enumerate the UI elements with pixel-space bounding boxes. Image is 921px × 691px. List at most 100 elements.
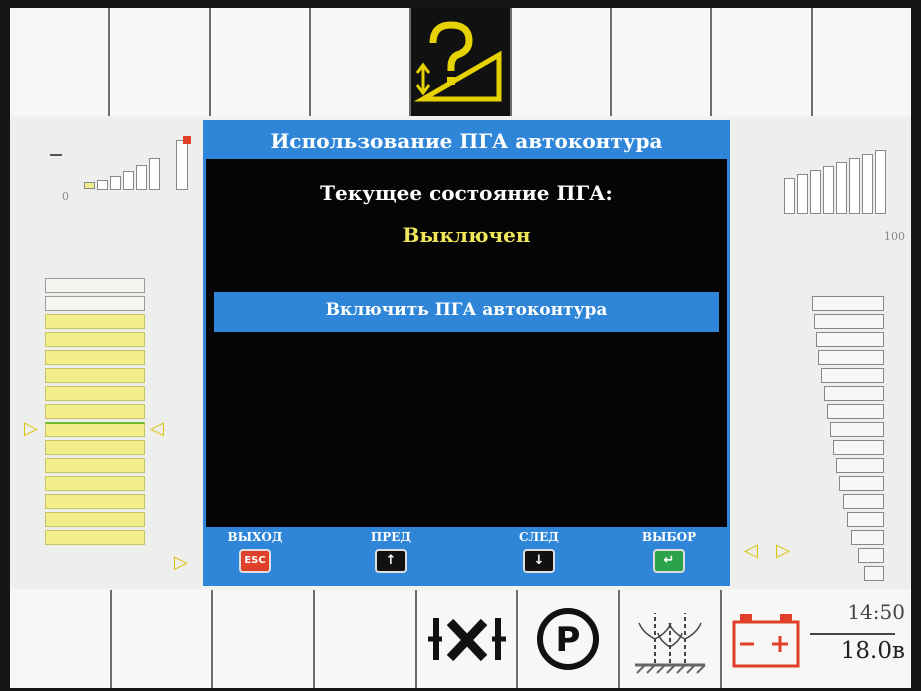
ladder-cell: [45, 476, 145, 491]
top-softkey-3[interactable]: [210, 8, 309, 116]
parking-icon: P: [537, 608, 600, 670]
top-softkey-9[interactable]: [812, 8, 911, 116]
level-bar: [810, 170, 821, 214]
level-bar: [97, 180, 108, 190]
bottom-softkey-2[interactable]: [111, 590, 212, 688]
stair-step: [824, 386, 884, 401]
exit-softkey[interactable]: ВЫХОД ESC: [220, 531, 290, 573]
bottom-softkey-3[interactable]: [213, 590, 313, 688]
ladder-cell: [45, 332, 145, 347]
ladder-cell: [45, 422, 145, 437]
dialog-softkey-bar: ВЫХОД ESC ПРЕД ↑ СЛЕД ↓ ВЫБОР ↵: [206, 527, 727, 583]
enter-icon: ↵: [653, 549, 685, 573]
bottom-softkey-4[interactable]: [314, 590, 415, 688]
ladder-cell: [45, 296, 145, 311]
crop-plant-icon: [634, 613, 706, 674]
stair-step: [847, 512, 884, 527]
top-softkey-2[interactable]: [110, 8, 209, 116]
top-softkey-4[interactable]: [310, 8, 410, 116]
stair-step: [839, 476, 884, 491]
svg-text:P: P: [556, 620, 581, 660]
setpoint-right-marker-icon: ▷: [776, 540, 790, 561]
clock-time: 14:50: [847, 600, 905, 624]
stair-step: [830, 422, 884, 437]
level-bar: [136, 165, 147, 190]
stair-step: [821, 368, 884, 383]
minus-icon: [50, 154, 62, 156]
top-softkey-6[interactable]: [511, 8, 610, 116]
setpoint-right-marker-icon: ◁: [150, 418, 164, 439]
power-status-cell: 14:50 18.0в: [721, 590, 911, 688]
parking-button[interactable]: P: [518, 590, 618, 688]
esc-key-icon: ESC: [239, 549, 271, 573]
top-softkey-1[interactable]: [10, 8, 109, 116]
level-bar: [110, 176, 121, 190]
bottom-marker-icon: ▷: [174, 552, 188, 573]
stair-step: [812, 296, 884, 311]
right-gauge-pane: 100 ◁ ▷: [732, 118, 911, 588]
select-label: ВЫБОР: [641, 530, 697, 544]
ladder-cell: [45, 404, 145, 419]
stair-step: [858, 548, 884, 563]
level-bar: [784, 178, 795, 214]
help-autocontour-button[interactable]: [411, 8, 510, 116]
level-bar: [849, 158, 860, 214]
level-bar: [149, 158, 160, 190]
level-bar-active: [176, 140, 188, 190]
stair-step: [843, 494, 884, 509]
bottom-button-bar: P 14:50 18.0в: [10, 590, 911, 688]
setpoint-left-marker-icon: ▷: [24, 418, 38, 439]
prev-softkey[interactable]: ПРЕД ↑: [356, 531, 426, 573]
depth-ladder: [45, 278, 145, 548]
display-screen: 0 ▷ ◁ ▷ 100 ◁ ▷ Использование ПГА автоко…: [10, 8, 911, 688]
dialog-title: Использование ПГА автоконтура: [206, 123, 727, 159]
top-button-bar: [10, 8, 911, 116]
enable-autocontour-option[interactable]: Включить ПГА автоконтура: [214, 292, 719, 332]
top-softkey-7[interactable]: [611, 8, 711, 116]
float-hitch-icon: [427, 618, 506, 662]
stair-step: [814, 314, 884, 329]
stair-step: [833, 440, 884, 455]
stair-step: [836, 458, 884, 473]
bottom-softkey-1[interactable]: [10, 590, 110, 688]
setpoint-left-marker-icon: ◁: [744, 540, 758, 561]
next-label: СЛЕД: [519, 530, 559, 544]
help-autocontour-icon: [414, 21, 502, 102]
state-label: Текущее состояние ПГА:: [320, 181, 613, 205]
ladder-cell: [45, 440, 145, 455]
status-divider: [809, 633, 895, 635]
battery-icon: [732, 614, 800, 668]
level-bar: [823, 166, 834, 214]
level-bar: [836, 162, 847, 214]
up-arrow-icon: ↑: [375, 549, 407, 573]
top-softkey-8[interactable]: [712, 8, 811, 116]
exit-label: ВЫХОД: [227, 530, 283, 544]
down-arrow-icon: ↓: [523, 549, 555, 573]
crop-height-button[interactable]: [619, 590, 720, 688]
ladder-cell: [45, 278, 145, 293]
ladder-cell: [45, 512, 145, 527]
select-softkey[interactable]: ВЫБОР ↵: [634, 531, 704, 573]
state-value: Выключен: [402, 223, 531, 247]
stair-step: [827, 404, 884, 419]
ladder-cell: [45, 314, 145, 329]
level-bar: [123, 171, 134, 190]
left-scale-min: 0: [62, 190, 69, 203]
ladder-cell: [45, 530, 145, 545]
autocontour-dialog: Использование ПГА автоконтура Текущее со…: [203, 120, 730, 586]
next-softkey[interactable]: СЛЕД ↓: [504, 531, 574, 573]
stair-step: [864, 566, 884, 581]
float-mode-button[interactable]: [416, 590, 517, 688]
ladder-cell: [45, 494, 145, 509]
right-scale-max: 100: [884, 230, 905, 243]
battery-voltage: 18.0в: [840, 638, 905, 664]
stair-step: [816, 332, 884, 347]
stair-step: [851, 530, 884, 545]
ladder-cell: [45, 386, 145, 401]
stair-step: [818, 350, 884, 365]
level-marker: [183, 136, 191, 144]
level-bar: [797, 174, 808, 214]
prev-label: ПРЕД: [370, 530, 412, 544]
left-gauge-pane: 0 ▷ ◁ ▷: [10, 118, 210, 588]
depth-staircase: [808, 296, 884, 584]
